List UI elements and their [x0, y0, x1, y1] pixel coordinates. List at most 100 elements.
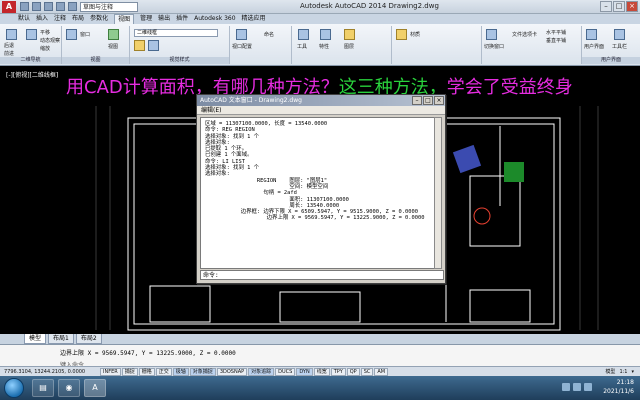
tab-layout[interactable]: 布局 — [72, 14, 84, 24]
autocad-window: A 草图与注释 Autodesk AutoCAD 2014 Drawing2.d… — [0, 0, 640, 400]
tab-manage[interactable]: 管理 — [140, 14, 152, 24]
workspace-dropdown[interactable]: 草图与注释 — [80, 2, 138, 12]
room-outline — [149, 285, 211, 323]
tab-model[interactable]: 模型 — [24, 334, 47, 344]
toggle-polar[interactable]: 极轴 — [172, 368, 189, 376]
toggle-tpy[interactable]: TPY — [330, 368, 346, 376]
history-line: 边界上限 X = 9569.5947, Y = 13225.9000, Z = … — [205, 215, 425, 222]
view-label: 视图 — [108, 44, 119, 50]
close-icon[interactable]: × — [434, 96, 444, 105]
toggle-otrack[interactable]: 对象追踪 — [248, 368, 275, 376]
undo-icon[interactable] — [56, 2, 65, 11]
dialog-history[interactable]: 区域 = 11307100.0000, 长度 = 13540.0000 命令: … — [200, 117, 436, 269]
minimize-icon[interactable]: – — [412, 96, 422, 105]
viewport-config-label: 视口配置 — [232, 44, 253, 50]
window-icon[interactable] — [66, 29, 77, 40]
viewport-controls[interactable]: [-][俯视][二维线框] — [6, 70, 58, 79]
material-icon[interactable] — [134, 40, 145, 51]
toggle-ducs[interactable]: DUCS — [275, 368, 296, 376]
view-icon[interactable] — [108, 29, 119, 40]
room-outline — [469, 289, 531, 323]
autocad-taskbar-icon[interactable]: A — [84, 379, 106, 397]
panel-materials: 材质 — [392, 26, 482, 64]
toggle-sc[interactable]: SC — [360, 368, 374, 376]
panel-viewport: 视口配置 命名 — [230, 26, 292, 64]
panel-view: 窗口 视图 视图 — [62, 26, 130, 64]
switch-window-icon[interactable] — [486, 29, 497, 40]
status-bar: 7796.3104, 13244.2105, 0.0000 INFER 捕捉 栅… — [0, 366, 640, 376]
clock[interactable]: 21:18 2021/11/6 — [603, 378, 634, 396]
file-tab-label: 文件选项卡 — [512, 32, 538, 38]
user-interface-label: 用户界面 — [584, 44, 605, 50]
dialog-scrollbar[interactable] — [434, 117, 442, 269]
autocad-text-window: AutoCAD 文本窗口 - Drawing2.dwg – □ × 编辑(E) … — [196, 94, 446, 284]
toggle-am[interactable]: AM — [374, 368, 389, 376]
pan-icon[interactable] — [26, 29, 37, 40]
toggle-osnap[interactable]: 对象捕捉 — [189, 368, 216, 376]
forward-label: 前进 — [4, 51, 15, 57]
new-icon[interactable] — [20, 2, 29, 11]
language-icon[interactable] — [584, 383, 592, 391]
tab-view[interactable]: 视图 — [114, 14, 135, 24]
toggle-snap[interactable]: 捕捉 — [121, 368, 138, 376]
close-icon[interactable]: × — [626, 1, 638, 12]
properties-icon[interactable] — [320, 29, 331, 40]
toolbar-icon[interactable] — [614, 29, 625, 40]
toggle-grid[interactable]: 栅格 — [138, 368, 155, 376]
explorer-icon[interactable]: ▤ — [32, 379, 54, 397]
tab-annotate[interactable]: 注释 — [54, 14, 66, 24]
window-label: 窗口 — [80, 32, 91, 38]
plant-symbol — [504, 162, 524, 182]
minimize-icon[interactable]: – — [600, 1, 612, 12]
pan-label: 平移 — [40, 30, 51, 36]
tab-layout2[interactable]: 布局2 — [75, 334, 102, 344]
panel-visual-style: 二维线框 视觉样式 — [130, 26, 230, 64]
toggle-lineweight[interactable]: 线宽 — [313, 368, 330, 376]
tab-layout1[interactable]: 布局1 — [48, 334, 74, 344]
dialog-title-bar[interactable]: AutoCAD 文本窗口 - Drawing2.dwg – □ × — [197, 95, 445, 106]
tile-horizontal-label: 水平平铺 — [546, 30, 567, 36]
maximize-icon[interactable]: □ — [423, 96, 433, 105]
toggle-dyn[interactable]: DYN — [296, 368, 313, 376]
autocad-logo-icon[interactable]: A — [2, 1, 16, 13]
dialog-command-input[interactable]: 命令: — [200, 270, 444, 280]
save-icon[interactable] — [44, 2, 53, 11]
toggle-ortho[interactable]: 正交 — [155, 368, 172, 376]
layer-icon[interactable] — [344, 29, 355, 40]
tab-insert[interactable]: 插入 — [36, 14, 48, 24]
browser-icon[interactable]: ◉ — [58, 379, 80, 397]
command-line[interactable]: 边界上限 X = 9569.5947, Y = 13225.9000, Z = … — [0, 344, 640, 369]
panel-title: 二维导航 — [0, 57, 61, 64]
redo-icon[interactable] — [68, 2, 77, 11]
dialog-title: AutoCAD 文本窗口 - Drawing2.dwg — [200, 97, 302, 104]
toggle-qp[interactable]: QP — [346, 368, 360, 376]
toggle-3dosnap[interactable]: 3DOSNAP — [216, 368, 248, 376]
user-interface-icon[interactable] — [586, 29, 597, 40]
tab-parametric[interactable]: 参数化 — [90, 14, 108, 24]
network-icon[interactable] — [562, 383, 570, 391]
tab-default[interactable]: 默认 — [18, 14, 30, 24]
shading-icon[interactable] — [148, 40, 159, 51]
panel-title: 视觉样式 — [130, 57, 229, 64]
maximize-icon[interactable]: □ — [613, 1, 625, 12]
toggle-infer[interactable]: INFER — [100, 368, 121, 376]
viewport-config-icon[interactable] — [236, 29, 247, 40]
clock-time: 21:18 — [616, 379, 634, 386]
tools-icon[interactable] — [298, 29, 309, 40]
tab-plugins[interactable]: 插件 — [176, 14, 188, 24]
clock-date: 2021/11/6 — [603, 388, 634, 395]
command-output: 边界上限 X = 9569.5947, Y = 13225.9000, Z = … — [60, 350, 236, 357]
tab-autodesk-360[interactable]: Autodesk 360 — [194, 14, 235, 24]
start-button-icon[interactable] — [4, 378, 24, 398]
dialog-menu-edit[interactable]: 编辑(E) — [197, 106, 445, 115]
armchair-symbol — [452, 144, 482, 174]
tab-featured-apps[interactable]: 精选应用 — [242, 14, 266, 24]
volume-icon[interactable] — [573, 383, 581, 391]
tab-output[interactable]: 输出 — [158, 14, 170, 24]
ribbon: 后退 平移 动态观察 缩放 前进 二维导航 窗口 视图 视图 二维线框 视觉样式… — [0, 24, 640, 66]
materials-icon[interactable] — [396, 29, 407, 40]
panel-user-interface: 用户界面 工具栏 用户界面 — [582, 26, 640, 64]
visual-style-dropdown[interactable]: 二维线框 — [134, 29, 218, 37]
open-icon[interactable] — [32, 2, 41, 11]
back-icon[interactable] — [6, 29, 17, 40]
